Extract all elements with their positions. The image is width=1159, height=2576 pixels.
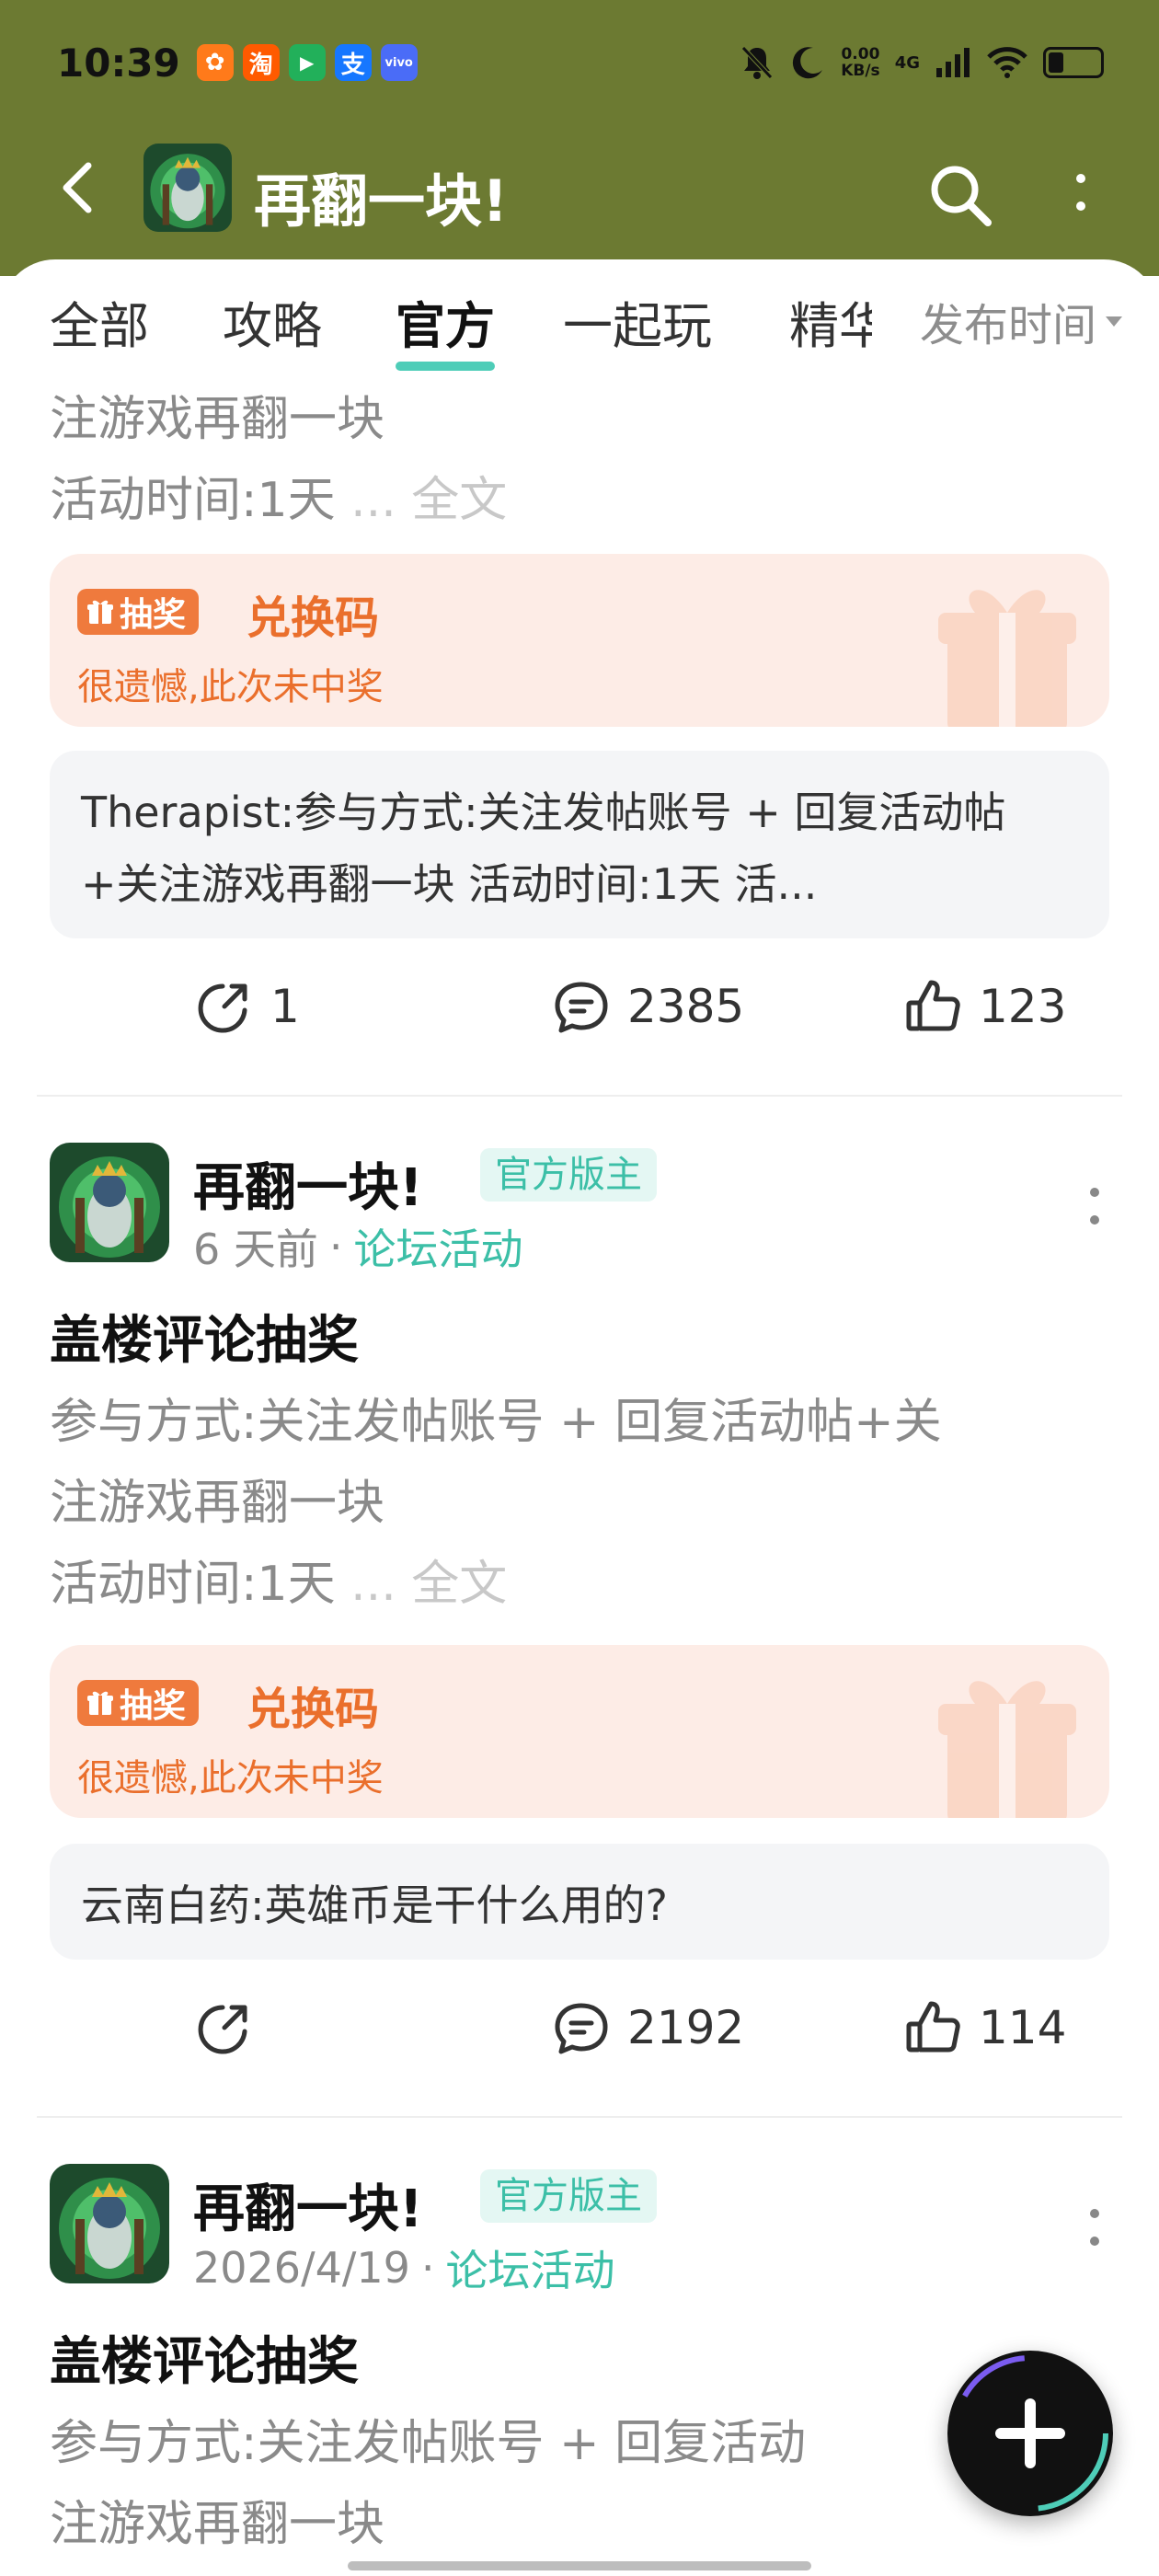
full-text-link[interactable]: 全文 bbox=[411, 473, 507, 528]
app-notification-icon: ✿ bbox=[196, 44, 234, 81]
like-button[interactable]: 123 bbox=[903, 977, 1066, 1036]
sort-dropdown[interactable]: 发布时间 bbox=[906, 289, 1122, 353]
game-avatar[interactable] bbox=[143, 144, 232, 232]
post-title[interactable]: 盖楼评论抽奖 bbox=[50, 1299, 359, 1374]
post-body-line: 活动时间:1天 ... 全文 bbox=[50, 473, 508, 528]
lottery-title: 兑换码 bbox=[247, 1684, 380, 1735]
comment-button[interactable]: 2192 bbox=[552, 1998, 744, 2057]
post-category[interactable]: 论坛活动 bbox=[446, 2237, 615, 2298]
full-text-link[interactable]: 全文 bbox=[411, 1557, 507, 1612]
app-header: 10:39 ✿ 淘 ▶ 支 vivo 0.00 KB/s 4G 再翻一块! bbox=[0, 0, 1159, 276]
post-actions: 1 2385 123 bbox=[0, 977, 1159, 1060]
notification-icons: ✿ 淘 ▶ 支 vivo bbox=[196, 44, 418, 81]
lottery-badge: 抽奖 bbox=[77, 1680, 200, 1726]
post-category[interactable]: 论坛活动 bbox=[354, 1216, 523, 1277]
author-avatar[interactable] bbox=[50, 1143, 169, 1262]
video-notification-icon: ▶ bbox=[288, 44, 326, 81]
status-time: 10:39 bbox=[57, 40, 180, 86]
signal-icon bbox=[936, 48, 970, 77]
post-header: 再翻一块! 官方版主 6 天前 · 论坛活动 bbox=[0, 1143, 1159, 1274]
post-body-line: 注游戏再翻一块 bbox=[50, 1476, 385, 1531]
net-speed: 0.00 KB/s bbox=[841, 45, 880, 80]
tab-featured[interactable]: 精华 bbox=[789, 285, 872, 358]
game-logo-icon bbox=[143, 144, 232, 232]
post-time: 6 天前 bbox=[193, 1225, 318, 1274]
author-avatar[interactable] bbox=[50, 2164, 169, 2283]
share-button[interactable] bbox=[195, 1998, 254, 2057]
page-title: 再翻一块! bbox=[254, 167, 509, 235]
tab-all[interactable]: 全部 bbox=[50, 285, 149, 358]
nav-bar: 再翻一块! bbox=[0, 138, 1159, 239]
wifi-icon bbox=[987, 47, 1027, 78]
gift-decoration-icon bbox=[938, 1681, 1076, 1818]
back-arrow-icon[interactable] bbox=[55, 160, 99, 215]
like-button[interactable]: 114 bbox=[903, 1998, 1066, 2057]
post-divider bbox=[37, 2116, 1122, 2118]
plus-icon bbox=[952, 2355, 1108, 2512]
gift-icon bbox=[87, 1691, 113, 1715]
tab-play-together[interactable]: 一起玩 bbox=[563, 285, 712, 358]
moderator-badge: 官方版主 bbox=[480, 1148, 657, 1202]
lottery-result: 很遗憾,此次未中奖 bbox=[77, 666, 384, 708]
top-comment[interactable]: 云南白药:英雄币是干什么用的? bbox=[50, 1844, 1109, 1960]
mute-icon bbox=[741, 46, 774, 79]
post-more-icon[interactable] bbox=[1085, 2201, 1104, 2265]
lottery-card[interactable]: 抽奖 兑换码 很遗憾,此次未中奖 bbox=[50, 1645, 1109, 1818]
taobao-notification-icon: 淘 bbox=[242, 44, 280, 81]
more-options-icon[interactable] bbox=[1067, 166, 1095, 221]
post-body[interactable]: 参与方式:关注发帖账号 + 回复活动帖+关 注游戏再翻一块 活动时间:1天 ..… bbox=[50, 1382, 1117, 1625]
battery-icon bbox=[1043, 47, 1104, 78]
post-body-line: 活动时间:1天 ... 全文 bbox=[50, 1557, 508, 1612]
chevron-down-icon bbox=[1106, 316, 1122, 327]
gift-decoration-icon bbox=[938, 590, 1076, 727]
game-logo-icon bbox=[50, 1143, 169, 1262]
alipay-notification-icon: 支 bbox=[334, 44, 372, 81]
feed-panel: 全部 攻略 官方 一起玩 精华 发布时间 注游戏再翻一块 活动时间:1天 ...… bbox=[0, 259, 1159, 2576]
post-body-line: 注游戏再翻一块 bbox=[50, 392, 385, 447]
share-icon bbox=[198, 2005, 247, 2054]
meta-separator: · bbox=[420, 2243, 435, 2293]
share-button[interactable]: 1 bbox=[195, 977, 300, 1036]
post-more-icon[interactable] bbox=[1085, 1179, 1104, 1244]
active-tab-indicator bbox=[396, 362, 495, 371]
post-title[interactable]: 盖楼评论抽奖 bbox=[50, 2320, 359, 2395]
share-icon bbox=[198, 983, 247, 1033]
moon-icon bbox=[793, 47, 823, 79]
post-header: 再翻一块! 官方版主 2026/4/19 · 论坛活动 bbox=[0, 2164, 1159, 2295]
post-meta: 6 天前 · 论坛活动 bbox=[193, 1216, 523, 1277]
category-tabs: 全部 攻略 官方 一起玩 精华 发布时间 bbox=[0, 285, 1159, 377]
status-bar: 10:39 ✿ 淘 ▶ 支 vivo 0.00 KB/s 4G bbox=[57, 35, 1104, 90]
post-body-line: 参与方式:关注发帖账号 + 回复活动帖+关 bbox=[50, 1395, 942, 1450]
meta-separator: · bbox=[328, 1222, 343, 1271]
sort-label: 发布时间 bbox=[919, 300, 1096, 351]
post-body[interactable]: 注游戏再翻一块 活动时间:1天 ... 全文 bbox=[50, 379, 1117, 541]
lottery-title: 兑换码 bbox=[247, 592, 380, 644]
author-name[interactable]: 再翻一块! bbox=[193, 2168, 423, 2242]
lottery-result: 很遗憾,此次未中奖 bbox=[77, 1757, 384, 1800]
create-post-button[interactable] bbox=[947, 2351, 1113, 2516]
comment-icon bbox=[555, 982, 608, 1033]
thumbs-up-icon bbox=[906, 2001, 960, 2053]
post-actions: 2192 114 bbox=[0, 1998, 1159, 2081]
game-logo-icon bbox=[50, 2164, 169, 2283]
gift-icon bbox=[87, 600, 113, 624]
home-indicator[interactable] bbox=[348, 2561, 811, 2570]
moderator-badge: 官方版主 bbox=[480, 2169, 657, 2223]
tab-guides[interactable]: 攻略 bbox=[223, 285, 322, 358]
post-meta: 2026/4/19 · 论坛活动 bbox=[193, 2237, 615, 2298]
vivo-notification-icon: vivo bbox=[380, 44, 418, 81]
top-comment[interactable]: Therapist:参与方式:关注发帖账号 + 回复活动帖+关注游戏再翻一块 活… bbox=[50, 751, 1109, 938]
post-time: 2026/4/19 bbox=[193, 2243, 410, 2293]
lottery-card[interactable]: 抽奖 兑换码 很遗憾,此次未中奖 bbox=[50, 554, 1109, 727]
thumbs-up-icon bbox=[906, 980, 960, 1031]
post-divider bbox=[37, 1095, 1122, 1097]
author-name[interactable]: 再翻一块! bbox=[193, 1146, 423, 1221]
lottery-badge: 抽奖 bbox=[77, 589, 200, 635]
network-type: 4G bbox=[894, 52, 920, 73]
comment-icon bbox=[555, 2003, 608, 2054]
comment-button[interactable]: 2385 bbox=[552, 977, 744, 1036]
search-icon[interactable] bbox=[924, 158, 997, 232]
tab-official[interactable]: 官方 bbox=[396, 285, 495, 371]
